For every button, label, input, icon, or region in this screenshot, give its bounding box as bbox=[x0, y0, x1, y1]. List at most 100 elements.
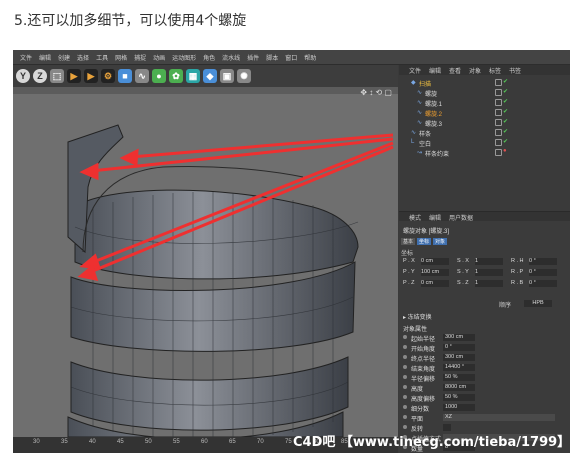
enabled-check-icon[interactable]: ✔ bbox=[503, 128, 508, 135]
tab-object[interactable]: 对象 bbox=[433, 238, 448, 245]
visibility-toggle[interactable] bbox=[495, 99, 502, 106]
z-axis-icon[interactable]: Z bbox=[33, 69, 47, 83]
visibility-toggle[interactable] bbox=[495, 119, 502, 126]
camera-icon[interactable]: ▣ bbox=[220, 69, 234, 83]
world-icon[interactable]: ⬚ bbox=[50, 69, 64, 83]
menu-item-plugins[interactable]: 插件 bbox=[247, 53, 259, 62]
disabled-mark-icon[interactable]: ● bbox=[503, 148, 507, 154]
visibility-toggle[interactable] bbox=[495, 109, 502, 116]
timeline-tick: 55 bbox=[173, 439, 180, 445]
visibility-toggle[interactable] bbox=[495, 149, 502, 156]
menu-item-mesh[interactable]: 网格 bbox=[115, 53, 127, 62]
enabled-check-icon[interactable]: ✔ bbox=[503, 138, 508, 145]
attribute-subtabs: 基本 坐标 对象 bbox=[401, 238, 449, 245]
object-row-spline[interactable]: ∿ 样条 ✔ bbox=[399, 128, 570, 138]
visibility-toggle[interactable] bbox=[495, 139, 502, 146]
menu-item-script[interactable]: 脚本 bbox=[266, 53, 278, 62]
object-row-null[interactable]: L 空白 ✔ bbox=[399, 138, 570, 148]
end-angle-field[interactable]: 14400 ° bbox=[443, 364, 475, 371]
render-icon[interactable]: ▶ bbox=[67, 69, 81, 83]
menu-item-window[interactable]: 窗口 bbox=[285, 53, 297, 62]
om-menu-objects[interactable]: 对象 bbox=[469, 66, 481, 75]
height-bias-field[interactable]: 50 % bbox=[443, 394, 475, 401]
timeline-tick: 70 bbox=[257, 439, 264, 445]
om-menu-bookmarks[interactable]: 书签 bbox=[509, 66, 521, 75]
menu-item-character[interactable]: 角色 bbox=[203, 53, 215, 62]
coord-row-y: P . Y 100 cm S . Y 1 R . P 0 ° bbox=[403, 269, 568, 276]
visibility-toggle[interactable] bbox=[495, 129, 502, 136]
object-row-helix-2[interactable]: ∿ 螺旋.2 ✔ bbox=[399, 108, 570, 118]
menu-item-file[interactable]: 文件 bbox=[20, 53, 32, 62]
cube-icon[interactable]: ■ bbox=[118, 69, 132, 83]
height-field[interactable]: 8000 cm bbox=[443, 384, 475, 391]
tab-coord[interactable]: 坐标 bbox=[417, 238, 432, 245]
reverse-checkbox[interactable] bbox=[443, 424, 451, 431]
menu-item-edit[interactable]: 编辑 bbox=[39, 53, 51, 62]
menu-item-help[interactable]: 帮助 bbox=[304, 53, 316, 62]
radius-bias-field[interactable]: 50 % bbox=[443, 374, 475, 381]
y-axis-icon[interactable]: Y bbox=[16, 69, 30, 83]
object-row-sweep[interactable]: ◆ 扫描 ✔ bbox=[399, 78, 570, 88]
menu-item-mograph[interactable]: 运动图形 bbox=[172, 53, 196, 62]
timeline-tick: 60 bbox=[201, 439, 208, 445]
om-menu-file[interactable]: 文件 bbox=[409, 66, 421, 75]
end-radius-field[interactable]: 300 cm bbox=[443, 354, 475, 361]
visibility-toggle[interactable] bbox=[495, 79, 502, 86]
start-angle-field[interactable]: 0 ° bbox=[443, 344, 475, 351]
scene-icon[interactable]: ◆ bbox=[203, 69, 217, 83]
render-settings-icon[interactable]: ⚙ bbox=[101, 69, 115, 83]
render-view-icon[interactable]: ▶ bbox=[84, 69, 98, 83]
object-row-helix-1[interactable]: ∿ 螺旋.1 ✔ bbox=[399, 98, 570, 108]
pos-z-field[interactable]: 0 cm bbox=[421, 280, 449, 287]
om-menu-tags[interactable]: 标签 bbox=[489, 66, 501, 75]
tab-basic[interactable]: 基本 bbox=[401, 238, 416, 245]
om-menu-edit[interactable]: 编辑 bbox=[429, 66, 441, 75]
am-menu-mode[interactable]: 模式 bbox=[409, 213, 421, 222]
menu-item-snap[interactable]: 捕捉 bbox=[134, 53, 146, 62]
enabled-check-icon[interactable]: ✔ bbox=[503, 88, 508, 95]
freeze-transform-toggle[interactable]: ▸ 冻结变换 bbox=[403, 312, 432, 321]
object-row-spline-constraint[interactable]: ↝ 样条约束 ● bbox=[399, 148, 570, 158]
coord-section-title: 坐标 bbox=[401, 251, 414, 257]
om-menu-view[interactable]: 查看 bbox=[449, 66, 461, 75]
am-menu-edit[interactable]: 编辑 bbox=[429, 213, 441, 222]
order-dropdown[interactable]: HPB bbox=[524, 300, 552, 307]
timeline-tick: 30 bbox=[33, 439, 40, 445]
scale-x-field[interactable]: 1 bbox=[475, 258, 503, 265]
subdivisions-field[interactable]: 1000 bbox=[443, 404, 475, 411]
visibility-toggle[interactable] bbox=[495, 89, 502, 96]
spline-icon[interactable]: ∿ bbox=[135, 69, 149, 83]
start-radius-field[interactable]: 300 cm bbox=[443, 334, 475, 341]
enabled-check-icon[interactable]: ✔ bbox=[503, 108, 508, 115]
timeline-tick: 50 bbox=[145, 439, 152, 445]
timeline-tick: 65 bbox=[229, 439, 236, 445]
rot-p-field[interactable]: 0 ° bbox=[529, 269, 557, 276]
pos-y-field[interactable]: 100 cm bbox=[421, 269, 449, 276]
light-icon[interactable]: ✺ bbox=[237, 69, 251, 83]
scale-z-field[interactable]: 1 bbox=[475, 280, 503, 287]
menu-item-create[interactable]: 创建 bbox=[58, 53, 70, 62]
menu-item-animate[interactable]: 动画 bbox=[153, 53, 165, 62]
3d-viewport[interactable]: ✥ ↕ ⟲ ▢ bbox=[13, 87, 398, 437]
array-icon[interactable]: ✿ bbox=[169, 69, 183, 83]
menu-item-pipeline[interactable]: 流水线 bbox=[222, 53, 240, 62]
menu-item-select[interactable]: 选择 bbox=[77, 53, 89, 62]
rot-b-field[interactable]: 0 ° bbox=[529, 280, 557, 287]
plane-dropdown[interactable]: XZ bbox=[443, 414, 555, 421]
menu-item-tools[interactable]: 工具 bbox=[96, 53, 108, 62]
caption-text: 5.还可以加多细节，可以使用4个螺旋 bbox=[14, 13, 247, 29]
nurbs-icon[interactable]: ● bbox=[152, 69, 166, 83]
scale-y-field[interactable]: 1 bbox=[475, 269, 503, 276]
rot-h-field[interactable]: 0 ° bbox=[529, 258, 557, 265]
prop-radius-bias: 半径偏移 50 % bbox=[403, 374, 563, 383]
enabled-check-icon[interactable]: ✔ bbox=[503, 118, 508, 125]
timeline-tick: 40 bbox=[89, 439, 96, 445]
am-menu-userdata[interactable]: 用户数据 bbox=[449, 213, 473, 222]
deformer-icon[interactable]: ▦ bbox=[186, 69, 200, 83]
enabled-check-icon[interactable]: ✔ bbox=[503, 98, 508, 105]
enabled-check-icon[interactable]: ✔ bbox=[503, 78, 508, 85]
object-row-helix-3[interactable]: ∿ 螺旋.3 ✔ bbox=[399, 118, 570, 128]
pos-x-field[interactable]: 0 cm bbox=[421, 258, 449, 265]
object-row-helix[interactable]: ∿ 螺旋 ✔ bbox=[399, 88, 570, 98]
cinema4d-window: 文件 编辑 创建 选择 工具 网格 捕捉 动画 运动图形 角色 流水线 插件 脚… bbox=[13, 50, 570, 453]
